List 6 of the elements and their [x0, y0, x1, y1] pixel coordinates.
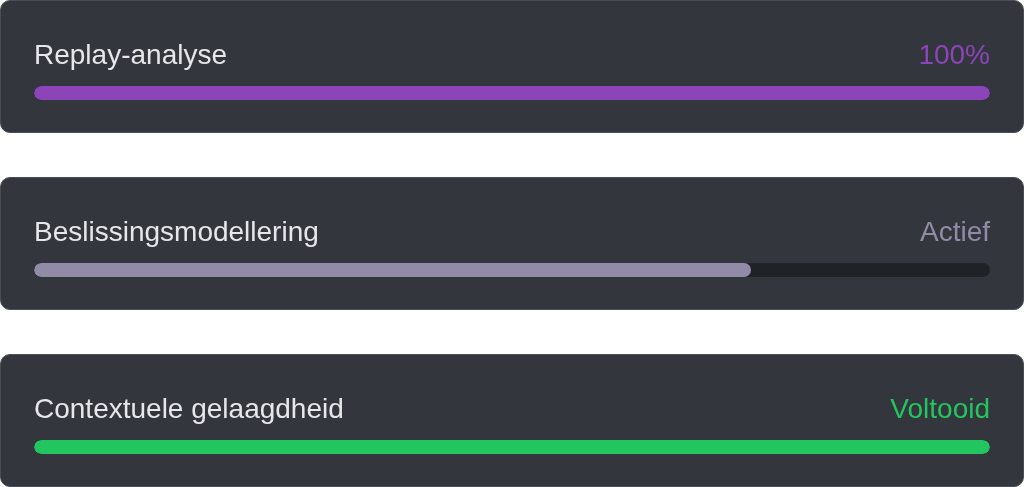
- task-label: Contextuele gelaagdheid: [34, 392, 344, 426]
- task-label: Replay-analyse: [34, 38, 227, 72]
- task-status: Voltooid: [890, 392, 990, 426]
- task-status: 100%: [918, 38, 990, 72]
- task-status: Actief: [919, 215, 990, 249]
- task-label: Beslissingsmodellering: [34, 215, 319, 249]
